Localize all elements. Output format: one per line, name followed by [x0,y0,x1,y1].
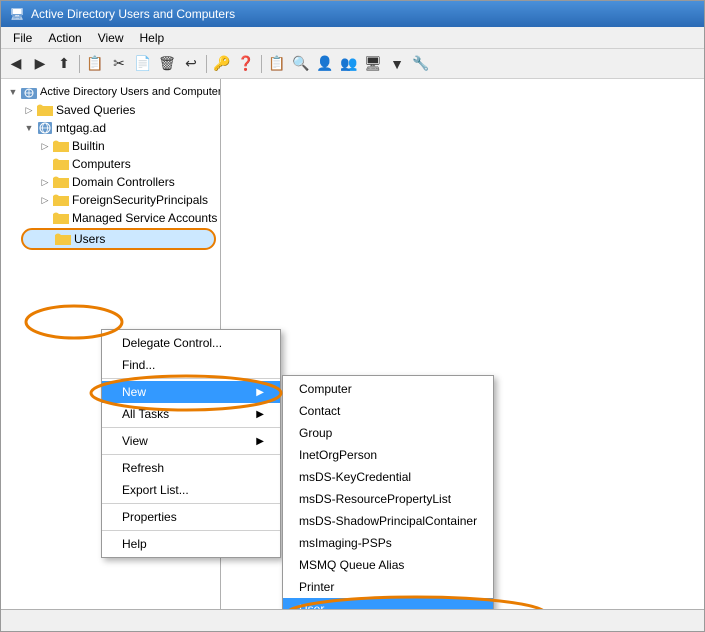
ctx-view-arrow: ▶ [256,436,264,447]
sub-msmq[interactable]: MSMQ Queue Alias [283,554,493,576]
ctx-export[interactable]: Export List... [102,479,280,501]
toolbar-sep3 [261,55,262,73]
sub-contact[interactable]: Contact [283,400,493,422]
ctx-properties[interactable]: Properties [102,506,280,528]
group-button[interactable]: 👥 [338,53,360,75]
tree-fsp[interactable]: ▷ ForeignSecurityPrincipals [1,191,220,209]
msa-expand: ▷ [37,210,53,226]
tree-domain[interactable]: ▼ mtgag.ad [1,119,220,137]
sub-msimaging[interactable]: msImaging-PSPs [283,532,493,554]
comp-icon [53,156,69,172]
ctx-alltasks[interactable]: All Tasks ▶ [102,403,280,425]
sub-user[interactable]: User [283,598,493,609]
ctx-new[interactable]: New ▶ [102,381,280,403]
ctx-delegate[interactable]: Delegate Control... [102,332,280,354]
sub-group[interactable]: Group [283,422,493,444]
menu-file[interactable]: File [5,29,40,47]
cut-button[interactable]: ✂ [108,53,130,75]
domain-icon [37,120,53,136]
forward-button[interactable]: ▶ [29,53,51,75]
ctx-sep5 [102,530,280,531]
computer2-button[interactable]: 🖥 [362,53,384,75]
ctx-sep2 [102,427,280,428]
status-bar [1,609,704,631]
computers-label: Computers [72,157,131,171]
settings-button[interactable]: 🔧 [410,53,432,75]
comp-expand: ▷ [37,156,53,172]
ctx-view[interactable]: View ▶ [102,430,280,452]
title-bar: 🖥 Active Directory Users and Computers [1,1,704,27]
delete-button[interactable]: 🗑 [156,53,178,75]
ctx-alltasks-arrow: ▶ [256,409,264,420]
tree-users[interactable]: ▷ Users [21,228,216,250]
back-button[interactable]: ◀ [5,53,27,75]
domain-label: mtgag.ad [56,121,106,135]
title-bar-text: Active Directory Users and Computers [31,7,235,21]
help-button[interactable]: ❓ [235,53,257,75]
msa-icon [53,210,69,226]
up-button[interactable]: ⬆ [53,53,75,75]
root-folder-icon [21,84,37,100]
user-button[interactable]: 👤 [314,53,336,75]
ctx-sep3 [102,454,280,455]
ctx-help[interactable]: Help [102,533,280,555]
tree-msa[interactable]: ▷ Managed Service Accounts [1,209,220,227]
copy-button[interactable]: 📋 [84,53,106,75]
users-label: Users [74,232,105,246]
menu-help[interactable]: Help [132,29,173,47]
builtin-icon [53,138,69,154]
sq-icon [37,102,53,118]
main-area: ▼ Active Directory Users and Computers [… [1,79,704,609]
tree-root[interactable]: ▼ Active Directory Users and Computers [… [1,83,220,101]
properties-button[interactable]: 🔑 [211,53,233,75]
ctx-sep1 [102,378,280,379]
dc-icon [53,174,69,190]
main-window: 🖥 Active Directory Users and Computers F… [0,0,705,632]
menu-bar: File Action View Help [1,27,704,49]
filter-button[interactable]: ▼ [386,53,408,75]
menu-view[interactable]: View [90,29,132,47]
toolbar-sep1 [79,55,80,73]
users-expand: ▷ [39,231,55,247]
domain-expand: ▼ [21,120,37,136]
root-expand-icon: ▼ [5,84,21,100]
tree-dc[interactable]: ▷ Domain Controllers [1,173,220,191]
sq-label: Saved Queries [56,103,135,117]
sub-msdsrpl[interactable]: msDS-ResourcePropertyList [283,488,493,510]
ctx-new-arrow: ▶ [256,387,264,398]
sub-msdskc[interactable]: msDS-KeyCredential [283,466,493,488]
sub-menu-new: Computer Contact Group InetOrgPerson msD… [282,375,494,609]
builtin-expand: ▷ [37,138,53,154]
title-bar-icon: 🖥 [9,6,25,22]
tree-saved-queries[interactable]: ▷ Saved Queries [1,101,220,119]
ctx-find[interactable]: Find... [102,354,280,376]
sub-msdsspc[interactable]: msDS-ShadowPrincipalContainer [283,510,493,532]
ctx-refresh[interactable]: Refresh [102,457,280,479]
sq-expand: ▷ [21,102,37,118]
dc-label: Domain Controllers [72,175,175,189]
context-menu: Delegate Control... Find... New ▶ All Ta… [101,329,281,558]
toolbar: ◀ ▶ ⬆ 📋 ✂ 📄 🗑 ↩ 🔑 ❓ 📋 🔍 👤 👥 🖥 ▼ 🔧 [1,49,704,79]
undo-button[interactable]: ↩ [180,53,202,75]
sub-inetorgperson[interactable]: InetOrgPerson [283,444,493,466]
fsp-expand: ▷ [37,192,53,208]
dc-expand: ▷ [37,174,53,190]
tree-builtin[interactable]: ▷ Builtin [1,137,220,155]
root-label: Active Directory Users and Computers [ad… [40,86,221,98]
tree-computers[interactable]: ▷ Computers [1,155,220,173]
msa-label: Managed Service Accounts [72,211,217,225]
toolbar-sep2 [206,55,207,73]
ctx-sep4 [102,503,280,504]
view2-button[interactable]: 🔍 [290,53,312,75]
fsp-label: ForeignSecurityPrincipals [72,193,208,207]
paste-button[interactable]: 📄 [132,53,154,75]
users-icon [55,231,71,247]
sub-computer[interactable]: Computer [283,378,493,400]
view1-button[interactable]: 📋 [266,53,288,75]
sub-printer[interactable]: Printer [283,576,493,598]
menu-action[interactable]: Action [40,29,89,47]
fsp-icon [53,192,69,208]
builtin-label: Builtin [72,139,105,153]
